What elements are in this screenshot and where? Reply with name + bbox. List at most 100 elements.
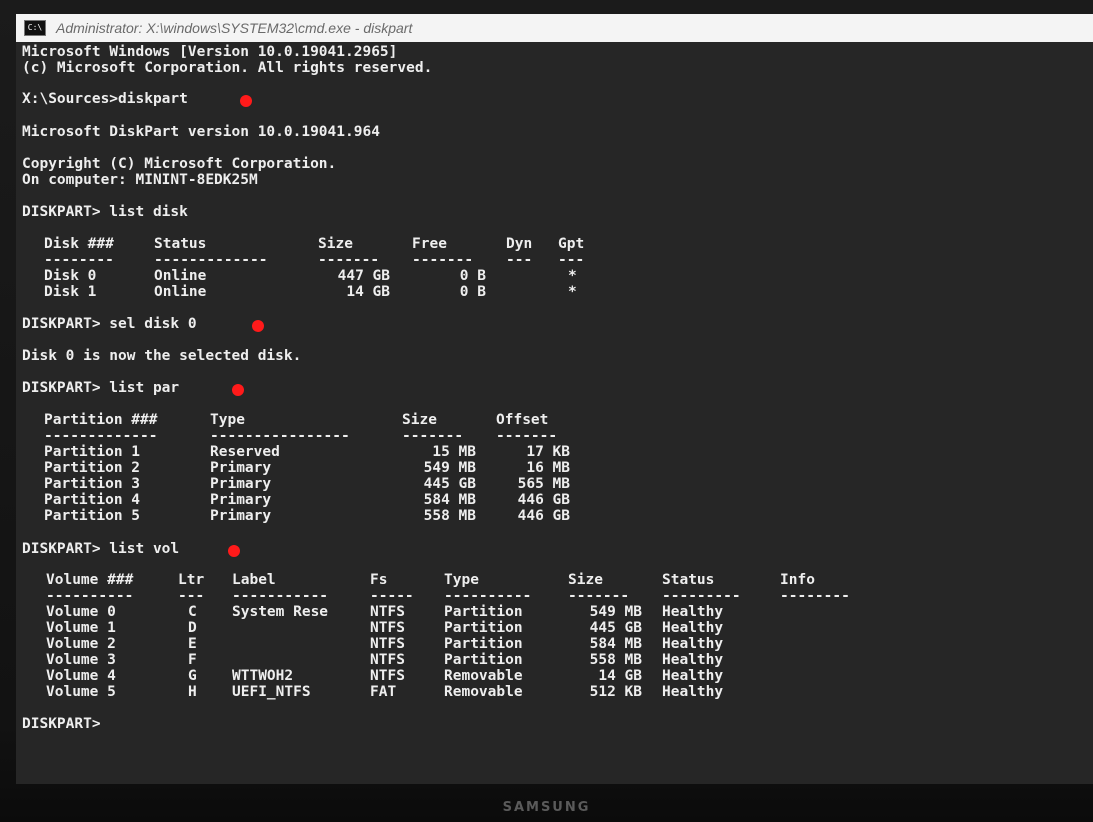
command-list-vol: DISKPART> list vol xyxy=(22,541,180,557)
table-cell: Volume 0 xyxy=(46,604,116,620)
table-cell: Volume 1 xyxy=(46,620,116,636)
table-cell: 446 GB xyxy=(517,508,570,524)
column-header: Type xyxy=(210,412,245,428)
table-cell: Reserved xyxy=(210,444,280,460)
column-separator: ------- xyxy=(318,252,380,268)
column-separator: ---------- xyxy=(444,588,532,604)
annotation-dot xyxy=(240,95,252,107)
table-cell: Volume 3 xyxy=(46,652,116,668)
table-cell: Removable xyxy=(444,684,523,700)
table-cell: 512 KB xyxy=(589,684,642,700)
column-header: Partition ### xyxy=(44,412,158,428)
command-list-par: DISKPART> list par xyxy=(22,380,180,396)
table-cell: Primary xyxy=(210,476,272,492)
table-cell: G xyxy=(188,668,197,684)
table-cell: E xyxy=(188,636,197,652)
computer-name: On computer: MININT-8EDK25M xyxy=(22,172,258,188)
copyright-line: (c) Microsoft Corporation. All rights re… xyxy=(22,60,433,76)
table-cell: 446 GB xyxy=(517,492,570,508)
command-list-disk: DISKPART> list disk xyxy=(22,204,188,220)
column-header: Disk ### xyxy=(44,236,114,252)
table-cell: 584 MB xyxy=(589,636,642,652)
diskpart-version: Microsoft DiskPart version 10.0.19041.96… xyxy=(22,124,380,140)
column-separator: ---------------- xyxy=(210,428,350,444)
column-header: Free xyxy=(412,236,447,252)
table-cell: Healthy xyxy=(662,604,724,620)
table-cell: UEFI_NTFS xyxy=(232,684,311,700)
table-cell: Healthy xyxy=(662,620,724,636)
table-cell: WTTWOH2 xyxy=(232,668,294,684)
table-cell: Disk 1 xyxy=(44,284,97,300)
column-separator: ----- xyxy=(370,588,414,604)
column-separator: ------- xyxy=(412,252,474,268)
table-cell: Partition 1 xyxy=(44,444,141,460)
column-separator: --------- xyxy=(662,588,741,604)
column-header: Gpt xyxy=(558,236,585,252)
table-cell: Primary xyxy=(210,460,272,476)
table-cell: Removable xyxy=(444,668,523,684)
column-separator: ------- xyxy=(402,428,464,444)
table-cell: 549 MB xyxy=(589,604,642,620)
table-cell: NTFS xyxy=(370,620,405,636)
column-header: Volume ### xyxy=(46,572,134,588)
column-header: Offset xyxy=(496,412,549,428)
column-separator: --- xyxy=(178,588,205,604)
table-cell: 14 GB xyxy=(346,284,390,300)
table-cell: Primary xyxy=(210,492,272,508)
table-cell: 565 MB xyxy=(517,476,570,492)
table-cell: 0 B xyxy=(459,268,486,284)
column-separator: --- xyxy=(558,252,585,268)
table-cell: 15 MB xyxy=(432,444,476,460)
title-bar[interactable]: C:\ Administrator: X:\windows\SYSTEM32\c… xyxy=(16,14,1093,42)
cmd-app-icon: C:\ xyxy=(24,20,46,36)
diskpart-copyright: Copyright (C) Microsoft Corporation. xyxy=(22,156,337,172)
table-cell: H xyxy=(188,684,197,700)
table-cell: Partition xyxy=(444,620,523,636)
column-separator: ------------- xyxy=(44,428,158,444)
table-cell: NTFS xyxy=(370,668,405,684)
table-cell: Volume 4 xyxy=(46,668,116,684)
column-separator: ------- xyxy=(496,428,558,444)
column-header: Ltr xyxy=(178,572,205,588)
column-separator: -------- xyxy=(780,588,850,604)
console-output[interactable]: Microsoft Windows [Version 10.0.19041.29… xyxy=(22,44,1093,784)
table-cell: Healthy xyxy=(662,652,724,668)
monitor-brand-logo: SAMSUNG xyxy=(502,800,591,815)
final-prompt[interactable]: DISKPART> xyxy=(22,716,101,732)
column-separator: -------- xyxy=(44,252,114,268)
table-cell: Volume 5 xyxy=(46,684,116,700)
column-header: Size xyxy=(402,412,437,428)
table-cell: 17 KB xyxy=(526,444,570,460)
column-header: Type xyxy=(444,572,479,588)
column-header: Info xyxy=(780,572,815,588)
annotation-dot xyxy=(252,320,264,332)
selection-result: Disk 0 is now the selected disk. xyxy=(22,348,302,364)
table-cell: Partition xyxy=(444,604,523,620)
version-line: Microsoft Windows [Version 10.0.19041.29… xyxy=(22,44,398,60)
annotation-dot xyxy=(232,384,244,396)
table-cell: Partition xyxy=(444,652,523,668)
table-cell: Partition xyxy=(444,636,523,652)
table-cell: FAT xyxy=(370,684,397,700)
cmd-window[interactable]: C:\ Administrator: X:\windows\SYSTEM32\c… xyxy=(16,14,1093,784)
column-header: Status xyxy=(662,572,715,588)
table-cell: * xyxy=(568,284,577,300)
table-cell: Primary xyxy=(210,508,272,524)
table-cell: C xyxy=(188,604,197,620)
column-separator: ---------- xyxy=(46,588,134,604)
column-header: Size xyxy=(568,572,603,588)
table-cell: * xyxy=(568,268,577,284)
table-cell: 445 GB xyxy=(589,620,642,636)
window-title: Administrator: X:\windows\SYSTEM32\cmd.e… xyxy=(56,20,413,36)
table-cell: Partition 2 xyxy=(44,460,141,476)
table-cell: 447 GB xyxy=(337,268,390,284)
table-cell: NTFS xyxy=(370,636,405,652)
column-header: Fs xyxy=(370,572,388,588)
column-separator: ----------- xyxy=(232,588,329,604)
table-cell: NTFS xyxy=(370,652,405,668)
table-cell: Partition 4 xyxy=(44,492,141,508)
table-cell: F xyxy=(188,652,197,668)
column-header: Dyn xyxy=(506,236,533,252)
prompt-diskpart: X:\Sources>diskpart xyxy=(22,91,188,107)
annotation-dot xyxy=(228,545,240,557)
